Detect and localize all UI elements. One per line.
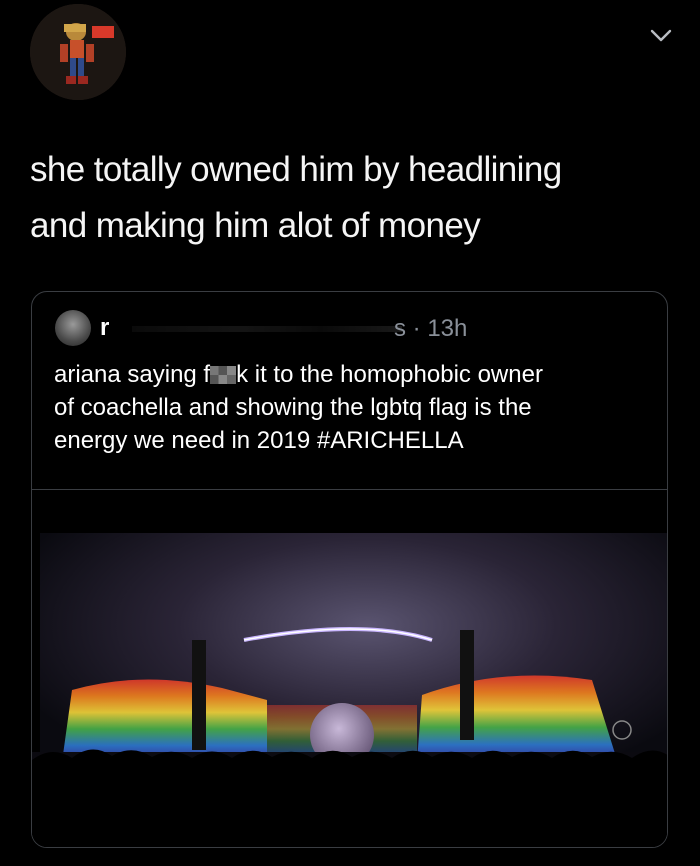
quoted-tweet-card[interactable]: r s · 13h ariana saying f k it to the hom… — [31, 291, 668, 848]
quoted-text-line: energy we need in 2019 #ARICHELLA — [54, 427, 464, 454]
quoted-tweet-text: ariana saying f k it to the homophobic ow… — [54, 358, 654, 457]
quoted-text-line: of coachella and showing the lgbtq flag … — [54, 394, 532, 421]
tweet-text-line: and making him alot of money — [30, 206, 481, 245]
quoted-author-avatar[interactable] — [55, 310, 91, 346]
quoted-tweet-media[interactable] — [32, 490, 667, 847]
quoted-text-segment: ariana saying f — [54, 361, 211, 388]
quoted-timestamp: s · 13h — [394, 315, 468, 342]
avatar-image — [30, 4, 126, 100]
redacted-username — [132, 326, 402, 332]
tweet-text-line: she totally owned him by headlining — [30, 150, 562, 189]
censor-pixelation — [210, 366, 237, 384]
tweet-text: she totally owned him by headlining and … — [30, 142, 670, 254]
quoted-author-name[interactable]: r — [100, 314, 109, 342]
author-avatar[interactable] — [30, 4, 126, 100]
concert-photo — [32, 490, 667, 847]
quoted-text-segment: k it to the homophobic owner — [236, 361, 543, 388]
chevron-down-icon[interactable] — [646, 24, 676, 46]
